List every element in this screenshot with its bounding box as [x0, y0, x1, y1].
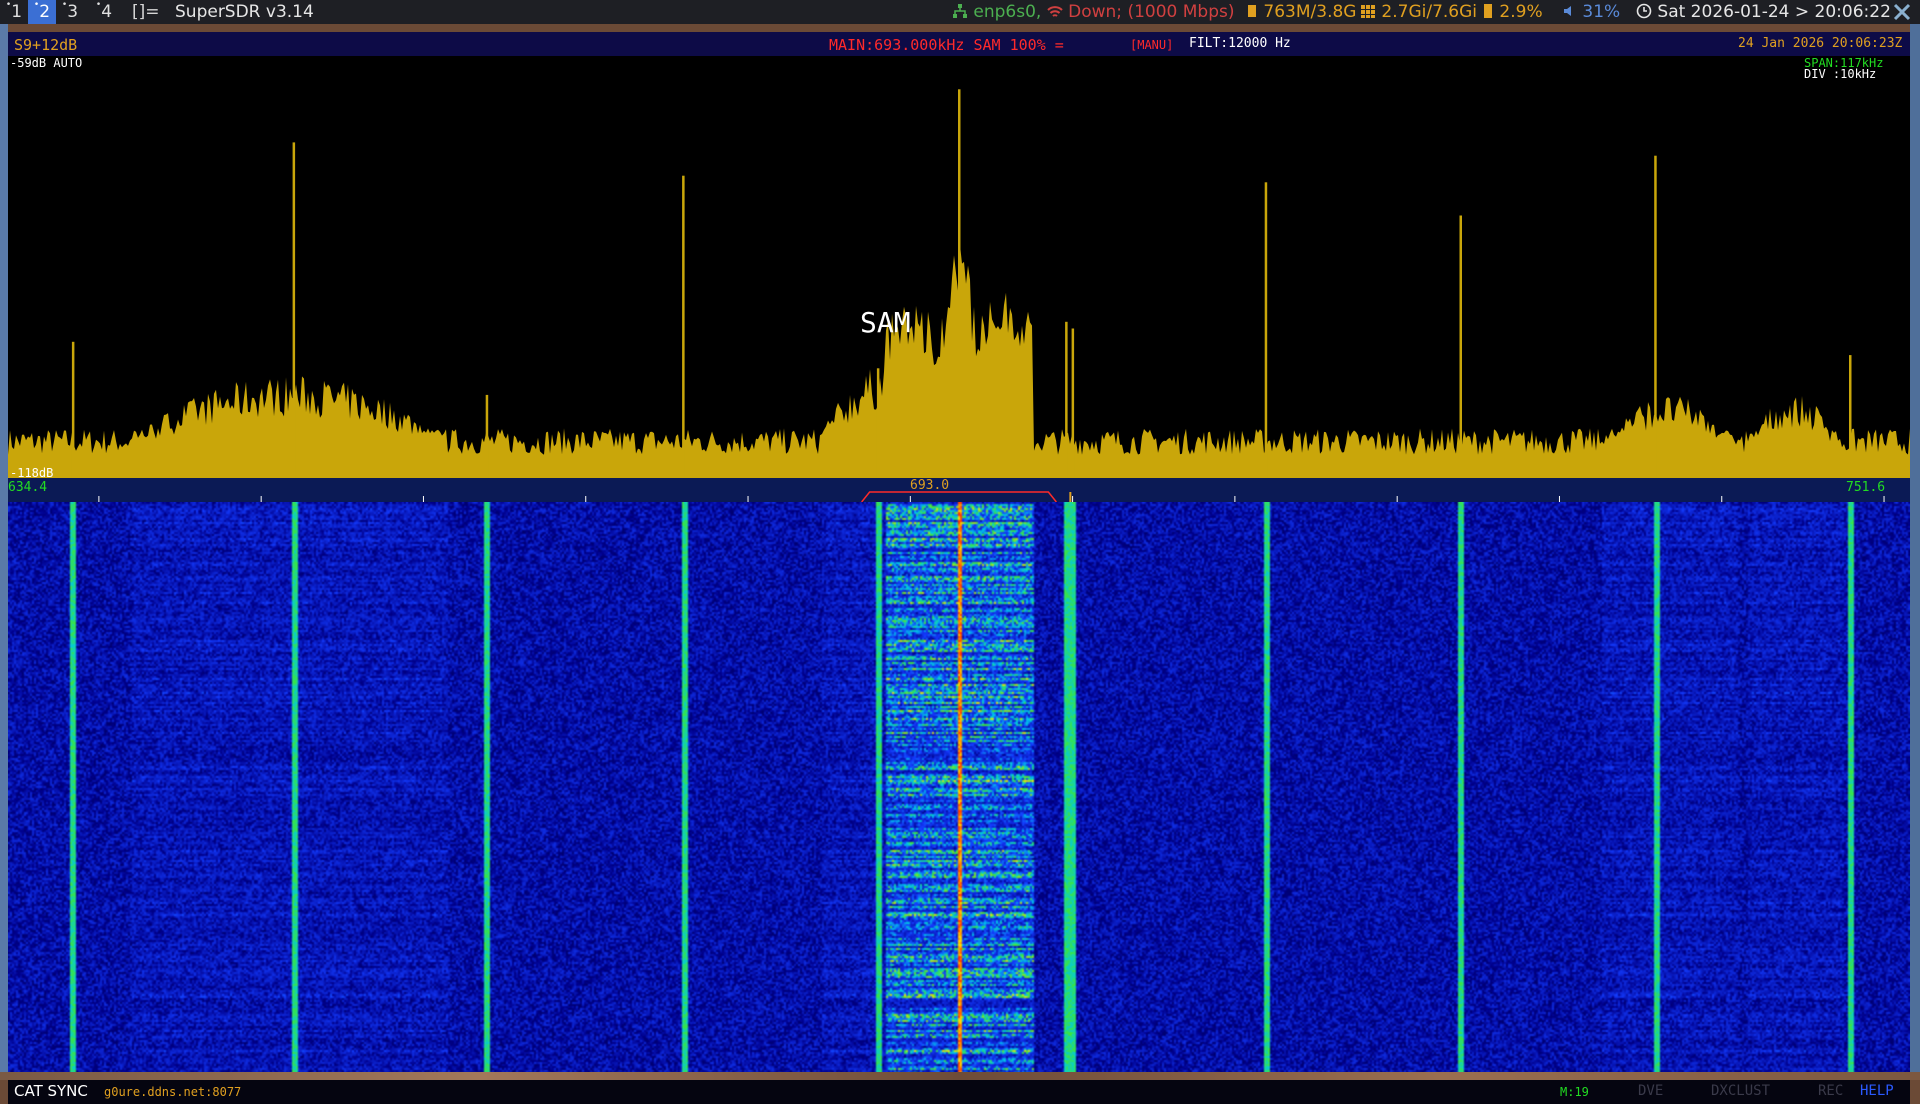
wifi-icon — [1047, 6, 1063, 17]
carrier-peak — [876, 368, 880, 478]
network-status: enp6s0, Down; (1000 Mbps) — [952, 0, 1234, 24]
scale-ticks — [98, 491, 1885, 502]
waterfall-display[interactable] — [8, 502, 1910, 1080]
demod-mode-label: SAM — [860, 306, 911, 339]
spectrum-panel[interactable]: -59dB AUTO -118dB SPAN:117kHz DIV :10kHz… — [8, 56, 1910, 480]
memory-slot[interactable]: M:19 — [1560, 1085, 1589, 1099]
carrier-peak — [1065, 321, 1068, 478]
memory-status: 763M/3.8G — [1246, 0, 1356, 24]
status-bar: S9+12dB MAIN:693.000kHz SAM 100% = [MANU… — [8, 32, 1910, 56]
help-button[interactable]: HELP — [1860, 1083, 1894, 1099]
frequency-scale[interactable]: 634.4 751.6 693.0 — [8, 478, 1910, 502]
clock: Sat 2026-01-24 > 20:06:22 — [1636, 0, 1891, 24]
manual-mode-indicator[interactable]: [MANU] — [1130, 38, 1173, 52]
volume-value: 31% — [1582, 2, 1621, 22]
s-meter: S9+12dB — [14, 36, 78, 54]
bottom-status-bar: CAT SYNC g0ure.ddns.net:8077 M:19 DVE DX… — [8, 1080, 1910, 1104]
carrier-peak — [1459, 215, 1462, 478]
dve-button[interactable]: DVE — [1638, 1083, 1663, 1099]
workspace-2[interactable]: •2 — [28, 0, 56, 24]
clock-icon — [1636, 3, 1652, 19]
dxclust-button[interactable]: DXCLUST — [1711, 1083, 1770, 1099]
wallpaper-strip — [0, 1072, 1920, 1080]
carrier-peak — [1849, 355, 1852, 478]
memory-value: 763M/3.8G — [1263, 2, 1357, 22]
carrier-peak — [1264, 182, 1268, 478]
tuned-frequency-marker[interactable]: 693.0 — [910, 478, 949, 493]
grid-icon — [1361, 5, 1375, 18]
wallpaper-edge-left — [0, 24, 8, 1080]
carrier-peak — [682, 175, 685, 478]
scale-left-freq: 634.4 — [8, 480, 48, 495]
volume-status[interactable]: 31% — [1561, 0, 1620, 24]
workspace-3[interactable]: •3 — [56, 0, 84, 24]
rec-button[interactable]: REC — [1818, 1083, 1843, 1099]
network-link-status: Down; (1000 Mbps) — [1068, 2, 1235, 22]
carrier-peak — [958, 89, 961, 478]
passband-bracket[interactable] — [861, 491, 1057, 502]
network-icon — [953, 4, 967, 18]
swap-value: 2.7Gi/7.6Gi — [1381, 2, 1477, 22]
cat-sync-indicator[interactable]: CAT SYNC — [14, 1082, 88, 1100]
speaker-icon — [1564, 6, 1571, 16]
carrier-peak — [485, 394, 489, 478]
taskbar: •1 •2 •3 •4 []= SuperSDR v3.14 enp6s0, D… — [0, 0, 1920, 24]
utc-date: 24 Jan 2026 20:06:23Z — [1738, 36, 1903, 51]
layout-indicator[interactable]: []= — [132, 0, 160, 24]
workspace-4[interactable]: •4 — [90, 0, 118, 24]
filter-width[interactable]: FILT:12000 Hz — [1189, 36, 1291, 51]
supersdr-window: S9+12dB MAIN:693.000kHz SAM 100% = [MANU… — [8, 32, 1910, 1104]
datetime: Sat 2026-01-24 > 20:06:22 — [1657, 2, 1891, 22]
scale-right-freq: 751.6 — [1846, 480, 1886, 495]
cpu-value: 2.9% — [1499, 2, 1543, 22]
server-address: g0ure.ddns.net:8077 — [104, 1085, 242, 1099]
spectrum-top-level[interactable]: -59dB AUTO — [10, 56, 82, 70]
carrier-peak — [1071, 328, 1075, 478]
carrier-peak — [1654, 155, 1657, 478]
waterfall-canvas[interactable] — [8, 502, 1910, 1080]
window-close-icon[interactable] — [1893, 3, 1911, 21]
swap-status: 2.7Gi/7.6Gi — [1360, 0, 1477, 24]
cpu-icon — [1484, 4, 1492, 18]
cpu-status: 2.9% — [1482, 0, 1543, 24]
main-vfo-status[interactable]: MAIN:693.000kHz SAM 100% = — [829, 36, 1064, 54]
wallpaper-edge-right — [1910, 24, 1920, 1080]
carrier-peak — [292, 142, 296, 478]
carrier-peak — [71, 341, 75, 478]
workspace-1[interactable]: •1 — [0, 0, 28, 24]
memory-icon — [1248, 5, 1256, 17]
network-interface: enp6s0, — [973, 2, 1042, 22]
window-title: SuperSDR v3.14 — [175, 2, 314, 22]
division-readout: DIV :10kHz — [1804, 67, 1877, 81]
secondary-vfo-marker[interactable] — [1069, 492, 1072, 502]
spectrum-plot[interactable] — [8, 56, 1910, 478]
